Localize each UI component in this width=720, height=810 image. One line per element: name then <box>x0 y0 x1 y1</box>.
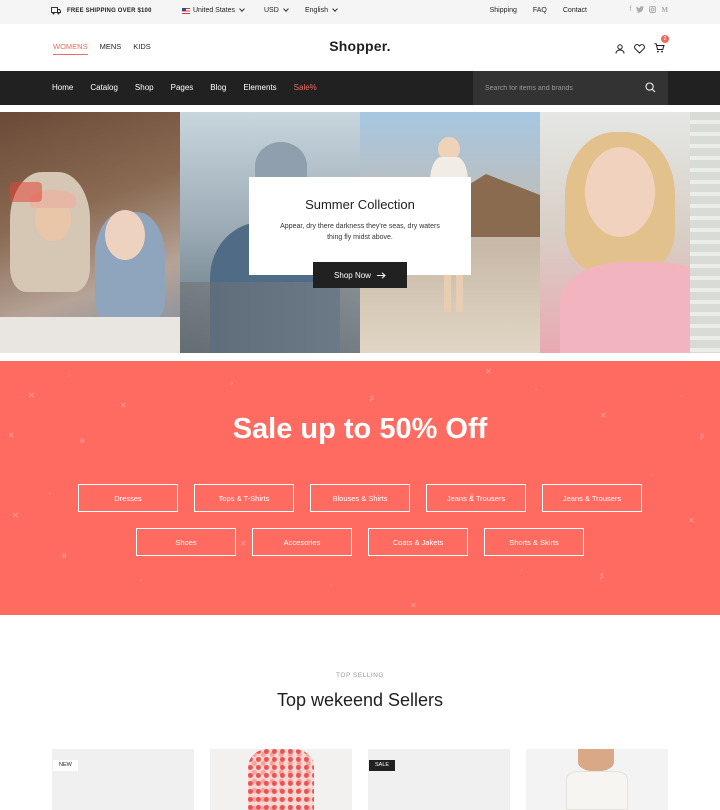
language-label: English <box>305 7 328 14</box>
nav-home[interactable]: Home <box>52 83 73 92</box>
product-card[interactable]: NEW <box>52 749 194 810</box>
sale-title: Sale up to 50% Off <box>232 413 488 445</box>
cart-count-badge: 2 <box>661 35 669 43</box>
search-icon[interactable] <box>645 82 656 93</box>
shipping-link[interactable]: Shipping <box>490 7 517 14</box>
category-button-shoes[interactable]: Shoes <box>136 528 236 556</box>
cart-icon <box>654 43 665 53</box>
us-flag-icon <box>182 7 190 14</box>
shop-now-button[interactable]: Shop Now <box>313 262 407 288</box>
category-button-shorts[interactable]: Shorts & Skirts <box>484 528 584 556</box>
search-box <box>473 71 668 105</box>
heart-icon[interactable] <box>634 44 645 54</box>
faq-link[interactable]: FAQ <box>533 7 547 14</box>
nav-pages[interactable]: Pages <box>171 83 194 92</box>
site-logo[interactable]: Shopper. <box>0 38 720 54</box>
main-nav: Home Catalog Shop Pages Blog Elements Sa… <box>0 71 720 105</box>
medium-icon[interactable]: M <box>661 6 668 14</box>
social-links: f M <box>629 6 668 14</box>
top-bar: FREE SHIPPING OVER $100 United States US… <box>0 0 720 24</box>
user-icon[interactable] <box>615 44 625 54</box>
sale-banner: ◦ ✕ ✕ ◦ ʂ ✕ ◦ ✕ ◦ ʂ ✕ ɵ ◦ ✕ ✕ ◦ ɵ ✕ ◦ ʂ … <box>0 361 720 615</box>
shop-now-label: Shop Now <box>334 270 371 280</box>
category-button-jeans-2[interactable]: Jeans & Trousers <box>542 484 642 512</box>
hero-text: Appear, dry there darkness they're seas,… <box>280 223 440 241</box>
header-icons: 2 <box>615 35 669 58</box>
country-selector[interactable]: United States <box>182 6 245 14</box>
arrow-right-icon <box>376 271 386 279</box>
nav-shop[interactable]: Shop <box>135 83 154 92</box>
instagram-icon[interactable] <box>649 6 657 13</box>
hero-title: Summer Collection <box>305 197 415 212</box>
shipping-text: FREE SHIPPING OVER $100 <box>67 8 152 14</box>
category-button-blouses[interactable]: Blouses & Shirts <box>310 484 410 512</box>
free-shipping-notice: FREE SHIPPING OVER $100 <box>51 7 152 15</box>
twitter-icon[interactable] <box>636 6 645 13</box>
section-title: Top wekeend Sellers <box>276 690 444 710</box>
contact-link[interactable]: Contact <box>563 7 587 14</box>
chevron-down-icon <box>332 6 338 12</box>
nav-blog[interactable]: Blog <box>210 83 226 92</box>
nav-catalog[interactable]: Catalog <box>90 83 118 92</box>
hero-image-4 <box>540 112 720 353</box>
language-selector[interactable]: English <box>305 6 338 14</box>
category-button-tops[interactable]: Tops & T-Shirts <box>194 484 294 512</box>
chevron-down-icon <box>239 6 245 12</box>
category-button-jeans[interactable]: Jeans & Trousers <box>426 484 526 512</box>
category-button-dresses[interactable]: Dresses <box>78 484 178 512</box>
product-card[interactable] <box>526 749 668 810</box>
nav-elements[interactable]: Elements <box>243 83 276 92</box>
search-input[interactable] <box>485 82 635 94</box>
hero-image-1 <box>0 112 180 353</box>
category-button-coats[interactable]: Coats & Jakets <box>368 528 468 556</box>
nav-sale[interactable]: Sale% <box>294 83 317 92</box>
facebook-icon[interactable]: f <box>629 6 631 14</box>
product-card[interactable]: SALE <box>368 749 510 810</box>
sale-badge: SALE <box>369 760 396 771</box>
chevron-down-icon <box>282 6 289 12</box>
section-kicker: TOP SELLING <box>336 672 384 679</box>
top-links: Shipping FAQ Contact <box>490 7 587 14</box>
truck-icon <box>51 7 61 15</box>
product-card[interactable] <box>210 749 352 810</box>
hero-card: Summer Collection Appear, dry there dark… <box>249 177 471 275</box>
new-badge: NEW <box>53 760 78 771</box>
country-label: United States <box>193 7 236 14</box>
category-button-accessories[interactable]: Accesories <box>252 528 352 556</box>
site-header: WOMENS MENS KIDS Shopper. 2 <box>0 24 720 71</box>
cart-button[interactable]: 2 <box>654 35 669 58</box>
currency-label: USD <box>264 7 279 14</box>
currency-selector[interactable]: USD <box>264 6 289 14</box>
nav-links: Home Catalog Shop Pages Blog Elements Sa… <box>52 83 334 92</box>
